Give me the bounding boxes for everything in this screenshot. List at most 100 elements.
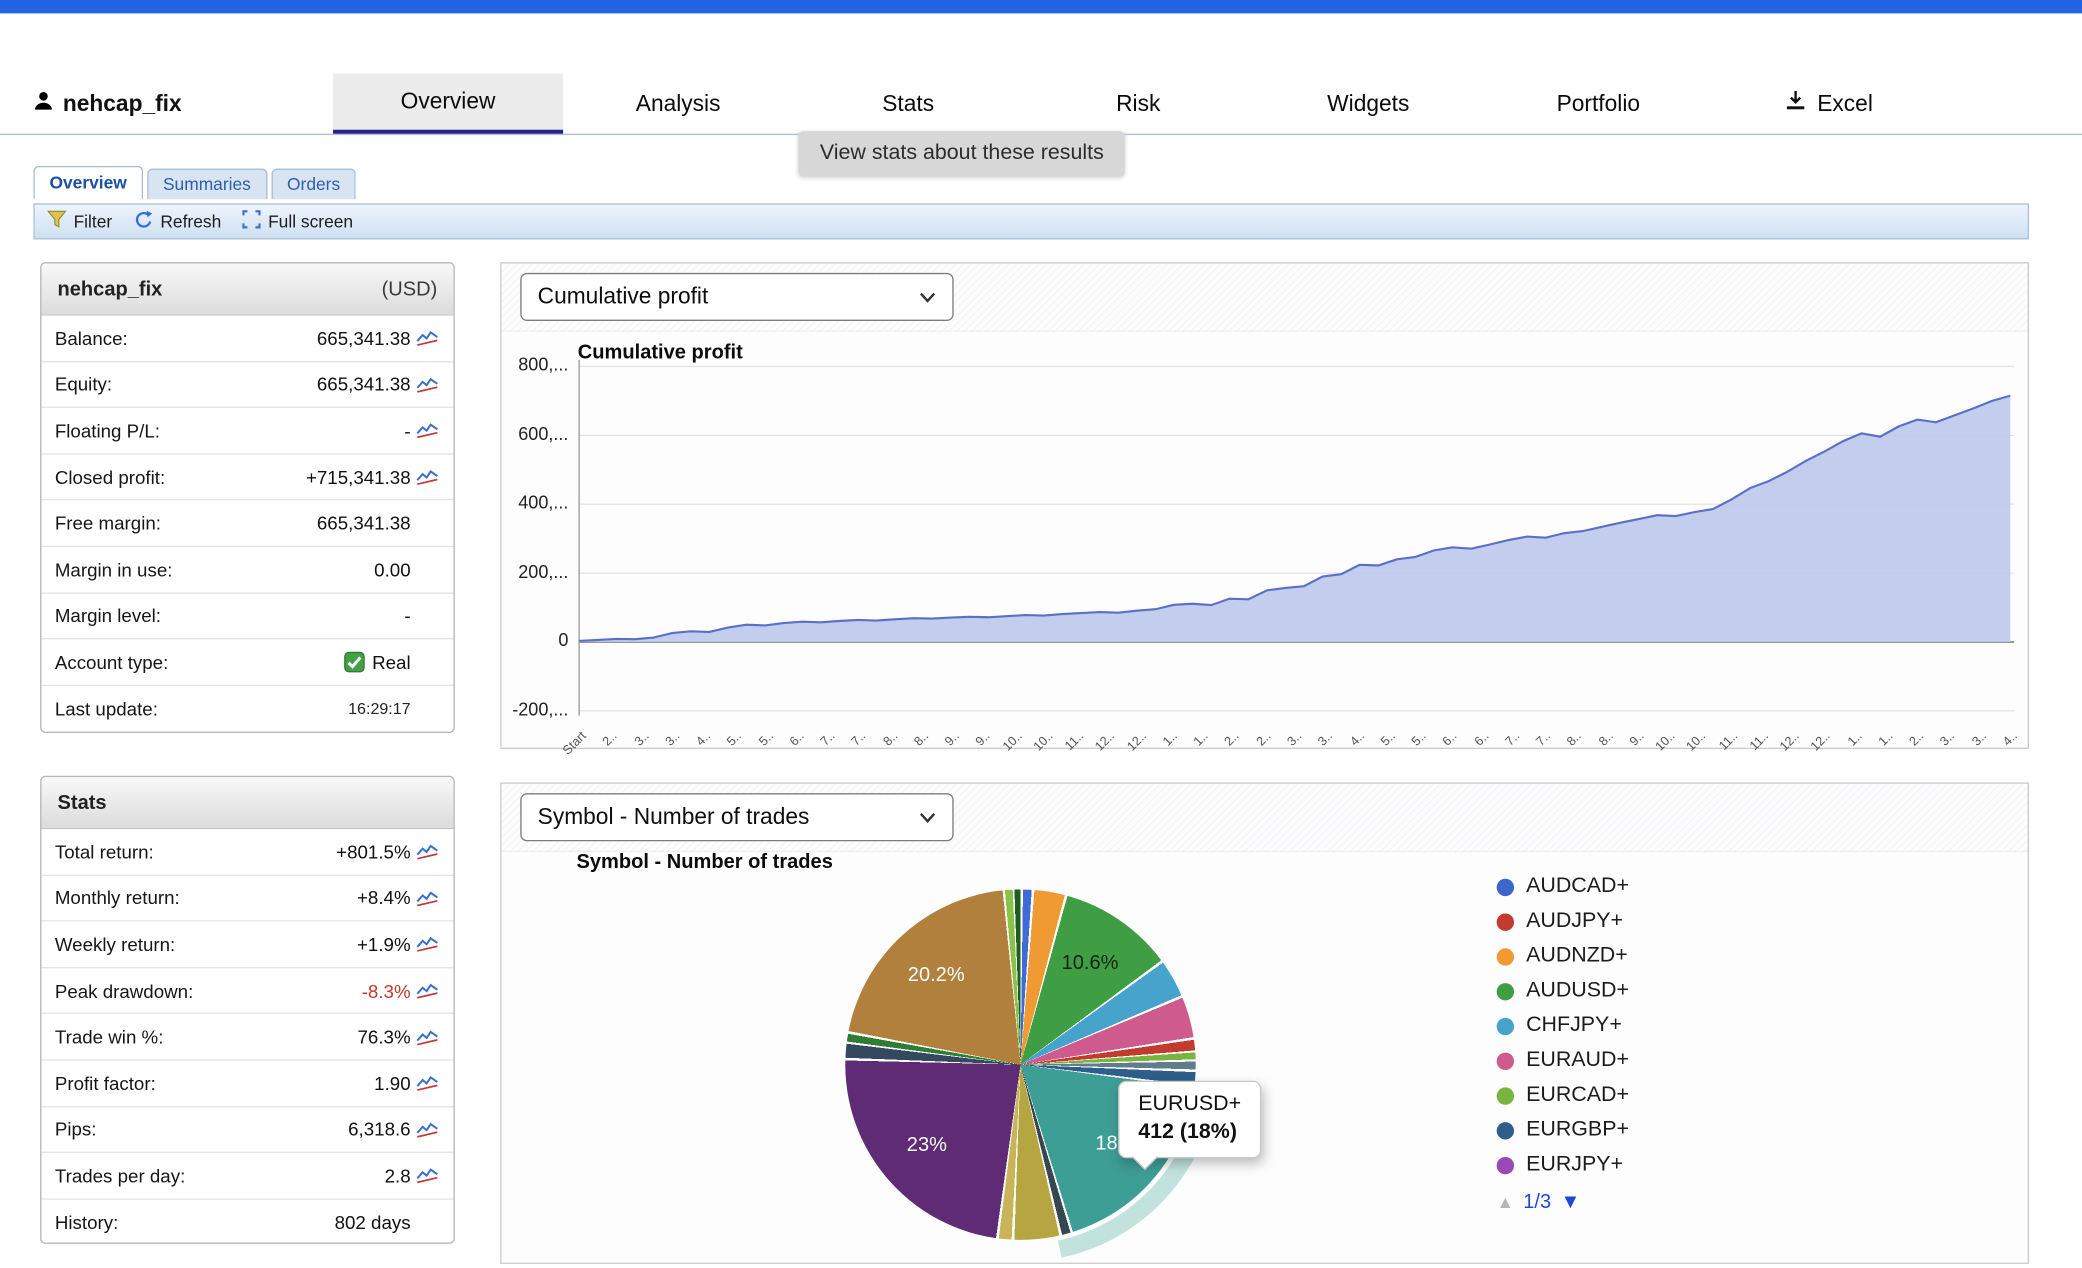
- legend-item[interactable]: AUDJPY+: [1497, 904, 1629, 939]
- chevron-down-icon: [919, 804, 936, 831]
- legend-swatch-icon: [1497, 878, 1514, 895]
- x-axis-tick-label: 1..: [1845, 729, 1865, 749]
- table-row: Floating P/L:-: [41, 408, 453, 454]
- legend-label: CHFJPY+: [1526, 1014, 1622, 1038]
- legend-swatch-icon: [1497, 1017, 1514, 1034]
- filter-button[interactable]: Filter: [47, 210, 112, 233]
- legend-item[interactable]: AUDCAD+: [1497, 869, 1629, 904]
- checkbox-checked-icon: [344, 651, 365, 672]
- legend-item[interactable]: EURCAD+: [1497, 1078, 1629, 1113]
- sparkline-icon[interactable]: [411, 329, 446, 346]
- sparkline-icon[interactable]: [411, 936, 446, 953]
- tab-label: Stats: [882, 90, 934, 117]
- row-label: Monthly return:: [55, 887, 357, 908]
- subtab-label: Overview: [49, 173, 126, 193]
- row-value: Real: [344, 651, 411, 672]
- chart-title: Cumulative profit: [578, 341, 743, 364]
- sparkline-icon[interactable]: [411, 422, 446, 439]
- x-axis-tick-label: 9..: [942, 729, 962, 749]
- table-row: History:802 days: [41, 1199, 453, 1245]
- x-axis-tick-label: 11..: [1716, 729, 1741, 754]
- legend-swatch-icon: [1497, 1156, 1514, 1173]
- x-axis-tick-label: 10..: [1684, 729, 1709, 754]
- subtab-label: Summaries: [163, 174, 251, 194]
- x-axis-tick-label: 8..: [1565, 729, 1585, 749]
- table-row: Profit factor:1.90: [41, 1061, 453, 1107]
- pie-chart[interactable]: [845, 889, 1195, 1239]
- sparkline-icon[interactable]: [411, 376, 446, 393]
- subtab-overview[interactable]: Overview: [33, 166, 142, 199]
- legend-swatch-icon: [1497, 1087, 1514, 1104]
- toolbar: Filter Refresh Full screen: [33, 203, 2029, 239]
- table-row: Margin level:-: [41, 593, 453, 639]
- sparkline-icon[interactable]: [411, 468, 446, 485]
- row-value: 665,341.38: [317, 327, 411, 348]
- legend-item[interactable]: CHFJPY+: [1497, 1008, 1629, 1043]
- legend-item[interactable]: EURJPY+: [1497, 1148, 1629, 1183]
- account-rows: Balance:665,341.38Equity:665,341.38Float…: [41, 316, 453, 732]
- legend-pager: ▲ 1/3 ▼: [1497, 1190, 1581, 1213]
- main-tab-bar: Overview Analysis Stats Risk Widgets Por…: [333, 74, 1943, 134]
- tab-overview[interactable]: Overview: [333, 74, 563, 134]
- tab-stats[interactable]: Stats: [793, 74, 1023, 134]
- row-value: 76.3%: [358, 1026, 411, 1047]
- legend-item[interactable]: AUDNZD+: [1497, 939, 1629, 974]
- x-axis-tick-label: 4..: [2000, 729, 2020, 749]
- panel-currency: (USD): [382, 278, 438, 301]
- account-chip[interactable]: nehcap_fix: [33, 74, 181, 134]
- cumulative-profit-chart[interactable]: [576, 354, 2014, 742]
- x-axis-tick-label: 2..: [1907, 729, 1927, 749]
- sparkline-icon[interactable]: [411, 982, 446, 999]
- x-axis-tick-label: 3..: [1938, 729, 1958, 749]
- tab-portfolio[interactable]: Portfolio: [1483, 74, 1713, 134]
- sparkline-icon[interactable]: [411, 1167, 446, 1184]
- tab-widgets[interactable]: Widgets: [1253, 74, 1483, 134]
- subtab-orders[interactable]: Orders: [271, 169, 356, 200]
- row-value: 1.90: [374, 1072, 410, 1093]
- x-axis-tick-label: 7..: [818, 729, 838, 749]
- x-axis-tick-label: 11..: [1063, 729, 1088, 754]
- legend-item[interactable]: EURAUD+: [1497, 1043, 1629, 1078]
- legend-item[interactable]: EURGBP+: [1497, 1113, 1629, 1148]
- x-axis-tick-label: 5..: [1378, 729, 1398, 749]
- tab-excel[interactable]: Excel: [1713, 74, 1943, 134]
- pager-up-icon[interactable]: ▲: [1497, 1192, 1514, 1212]
- pager-down-icon[interactable]: ▼: [1561, 1190, 1581, 1213]
- tab-analysis[interactable]: Analysis: [563, 74, 793, 134]
- legend-label: EURCAD+: [1526, 1083, 1629, 1107]
- x-axis-tick-label: 8..: [911, 729, 931, 749]
- sparkline-icon[interactable]: [411, 843, 446, 860]
- x-axis-tick-label: 7..: [1502, 729, 1522, 749]
- fullscreen-label: Full screen: [268, 211, 353, 231]
- stats-rows: Total return:+801.5% Monthly return:+8.4%…: [41, 829, 453, 1245]
- x-axis-tick-label: 1..: [1876, 729, 1896, 749]
- table-row: Account type:Real: [41, 640, 453, 686]
- sparkline-icon[interactable]: [411, 1121, 446, 1138]
- refresh-button[interactable]: Refresh: [134, 209, 222, 233]
- x-axis-tick-label: 6..: [1471, 729, 1491, 749]
- x-axis-tick-label: 2..: [1254, 729, 1274, 749]
- row-value: +8.4%: [357, 887, 411, 908]
- fullscreen-button[interactable]: Full screen: [243, 210, 353, 233]
- fullscreen-icon: [243, 210, 262, 233]
- sparkline-icon[interactable]: [411, 889, 446, 906]
- x-axis-tick-label: 3..: [662, 729, 682, 749]
- tab-risk[interactable]: Risk: [1023, 74, 1253, 134]
- x-axis-tick-label: 7..: [1534, 729, 1554, 749]
- row-label: Margin in use:: [55, 559, 374, 580]
- profit-chart-type-select[interactable]: Cumulative profit: [520, 273, 953, 321]
- table-row: Equity:665,341.38: [41, 362, 453, 408]
- sparkline-icon[interactable]: [411, 1074, 446, 1091]
- row-value: -8.3%: [362, 980, 411, 1001]
- symbol-chart-type-select[interactable]: Symbol - Number of trades: [520, 793, 953, 841]
- row-label: Floating P/L:: [55, 420, 405, 441]
- table-row: Total return:+801.5%: [41, 829, 453, 875]
- tab-label: Widgets: [1327, 90, 1409, 117]
- sparkline-icon[interactable]: [411, 1028, 446, 1045]
- panel-title: Stats: [58, 791, 107, 814]
- symbol-trades-panel: Symbol - Number of trades Symbol - Numbe…: [500, 782, 2029, 1264]
- table-row: Last update:16:29:17: [41, 686, 453, 732]
- x-axis-tick-label: 9..: [1627, 729, 1647, 749]
- legend-item[interactable]: AUDUSD+: [1497, 974, 1629, 1009]
- subtab-summaries[interactable]: Summaries: [147, 169, 267, 200]
